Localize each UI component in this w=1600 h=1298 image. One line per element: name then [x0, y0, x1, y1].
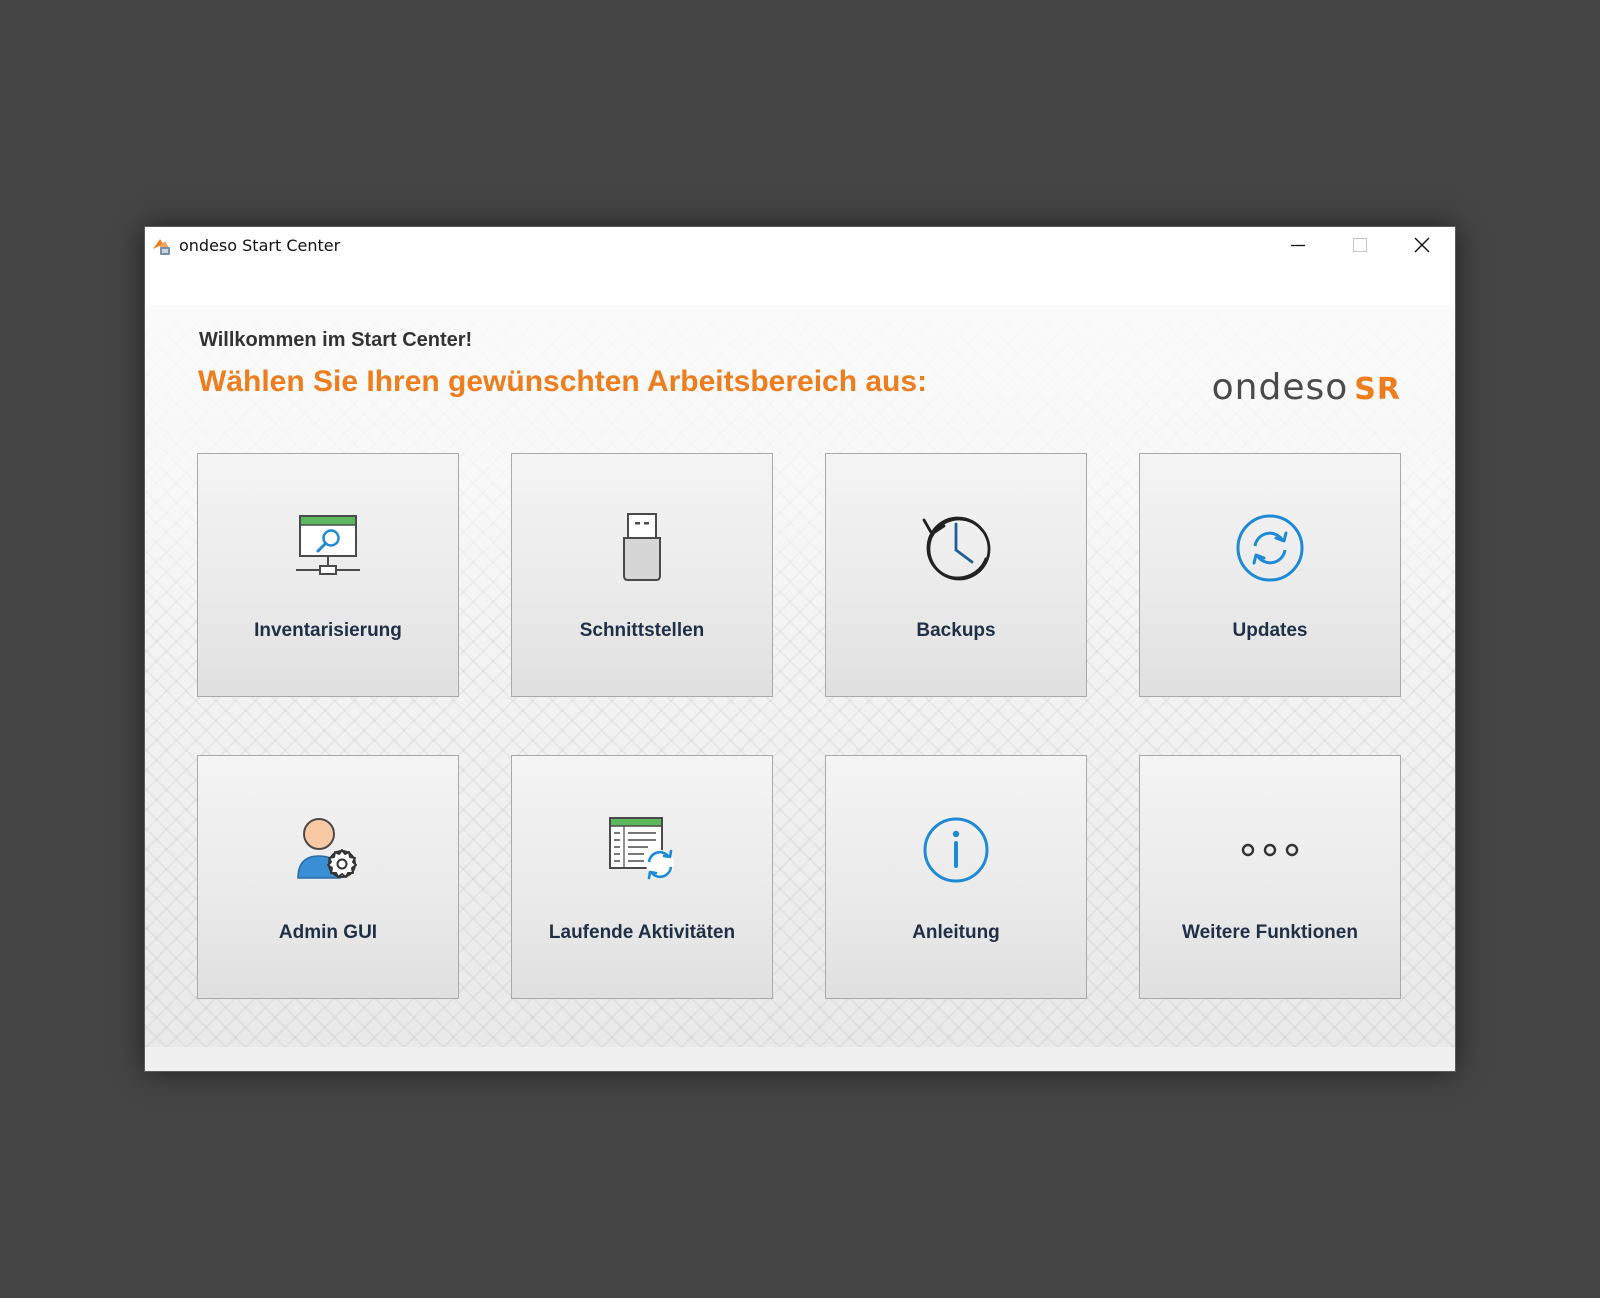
- window-title: ondeso Start Center: [179, 236, 341, 255]
- close-button[interactable]: [1391, 227, 1453, 263]
- refresh-icon: [1236, 514, 1304, 582]
- maximize-icon: [1353, 238, 1367, 252]
- usb-stick-icon: [623, 513, 661, 581]
- app-icon: [153, 239, 170, 255]
- title-bar[interactable]: ondeso Start Center: [145, 227, 1455, 267]
- tile-label: Laufende Aktivitäten: [548, 922, 736, 943]
- inventory-monitor-icon: [296, 515, 360, 575]
- start-center-window: ondeso Start Center Willkommen im Start …: [144, 226, 1456, 1072]
- workspace-grid: Inventarisierung Schnittstellen Backups …: [197, 453, 1403, 999]
- info-icon: [923, 817, 989, 883]
- logo-accent-text: SR: [1354, 372, 1401, 407]
- tile-updates[interactable]: Updates: [1139, 453, 1401, 697]
- status-bar: [145, 1047, 1455, 1071]
- tile-laufende-aktivitaeten[interactable]: Laufende Aktivitäten: [511, 755, 773, 999]
- tile-anleitung[interactable]: Anleitung: [825, 755, 1087, 999]
- tile-weitere-funktionen[interactable]: Weitere Funktionen: [1139, 755, 1401, 999]
- tile-label: Updates: [1232, 620, 1308, 641]
- tile-schnittstellen[interactable]: Schnittstellen: [511, 453, 773, 697]
- start-center-content: Willkommen im Start Center! Wählen Sie I…: [145, 305, 1455, 1048]
- tile-backups[interactable]: Backups: [825, 453, 1087, 697]
- more-dots-icon: [1241, 843, 1299, 857]
- activity-table-sync-icon: [609, 817, 674, 880]
- history-clock-icon: [922, 516, 991, 581]
- tile-label: Schnittstellen: [579, 620, 705, 641]
- tile-label: Admin GUI: [278, 922, 378, 943]
- tile-label: Anleitung: [912, 922, 1000, 943]
- welcome-text: Willkommen im Start Center!: [199, 329, 473, 351]
- tile-label: Inventarisierung: [254, 620, 402, 641]
- close-icon: [1414, 237, 1430, 253]
- ondeso-sr-logo: ondeso SR: [1212, 367, 1401, 408]
- maximize-button[interactable]: [1329, 227, 1391, 263]
- minimize-icon: [1291, 244, 1305, 247]
- page-title: Wählen Sie Ihren gewünschten Arbeitsbere…: [198, 365, 928, 398]
- logo-main-text: ondeso: [1211, 367, 1349, 408]
- minimize-button[interactable]: [1267, 227, 1329, 263]
- tile-inventarisierung[interactable]: Inventarisierung: [197, 453, 459, 697]
- tile-admin-gui[interactable]: Admin GUI: [197, 755, 459, 999]
- tile-label: Backups: [916, 620, 996, 641]
- tile-label: Weitere Funktionen: [1182, 922, 1358, 943]
- admin-user-gear-icon: [297, 818, 357, 879]
